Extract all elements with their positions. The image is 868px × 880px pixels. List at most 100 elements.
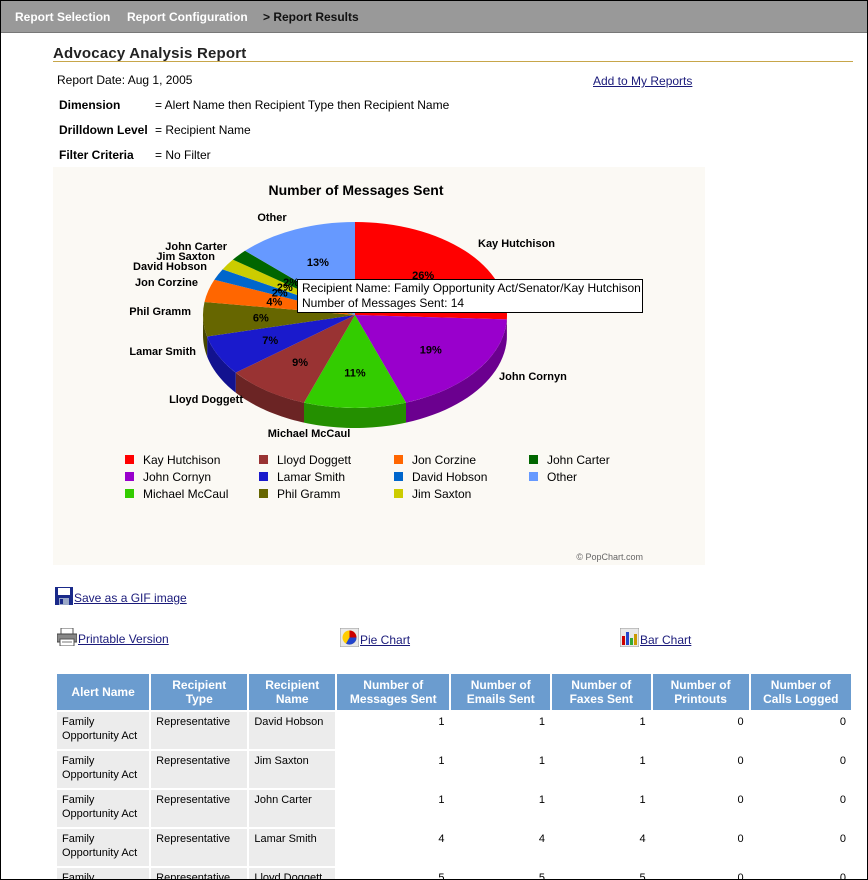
slice-percent-label: 9%: [292, 357, 308, 369]
column-header-recipient-type[interactable]: Recipient Type: [149, 672, 250, 712]
cell-printouts: 0: [650, 827, 751, 868]
save-gif-link[interactable]: Save as a GIF image: [74, 591, 187, 605]
cell-alert-name: Family Opportunity Act: [54, 710, 152, 751]
pie-chart-action[interactable]: Pie Chart: [340, 628, 410, 647]
column-header-text: Recipient: [172, 678, 227, 692]
column-header-text: Printouts: [674, 692, 727, 706]
filter-value: = No Filter: [155, 148, 211, 162]
legend-swatch: [529, 455, 538, 464]
table-row: Family Opportunity ActRepresentativeLloy…: [54, 866, 854, 879]
slice-name-label: Kay Hutchison: [478, 238, 555, 250]
column-header-text: Calls Logged: [763, 692, 839, 706]
report-window: Report Selection Report Configuration > …: [0, 0, 868, 880]
cell-recipient-type: Representative: [149, 866, 250, 879]
slice-percent-label: 7%: [262, 335, 278, 347]
cell-faxes-sent: 1: [550, 749, 653, 790]
cell-messages-sent: 1: [335, 788, 452, 829]
slice-percent-label: 6%: [253, 313, 269, 325]
drilldown-label: Drilldown Level: [59, 123, 148, 137]
cell-printouts: 0: [650, 866, 751, 879]
chart-tooltip: Recipient Name: Family Opportunity Act/S…: [297, 279, 643, 313]
column-header-text: Type: [185, 692, 213, 706]
printable-version-link[interactable]: Printable Version: [78, 632, 169, 646]
printable-version-action[interactable]: Printable Version: [57, 628, 169, 646]
cell-recipient-name: John Carter: [247, 788, 338, 829]
cell-recipient-type: Representative: [149, 710, 250, 751]
cell-recipient-type: Representative: [149, 827, 250, 868]
bar-chart-icon: [620, 628, 639, 647]
slice-name-label: Jon Corzine: [135, 277, 198, 289]
table-row: Family Opportunity Act Representative Jim …: [54, 749, 854, 790]
dimension-value: = Alert Name then Recipient Type then Re…: [155, 98, 450, 112]
cell-printouts: 0: [650, 749, 751, 790]
bar-chart-action[interactable]: Bar Chart: [620, 628, 691, 647]
cell-faxes-sent: 1: [550, 788, 653, 829]
slice-percent-label: 19%: [420, 344, 442, 356]
legend-swatch: [125, 455, 134, 464]
nav-report-configuration[interactable]: Report Configuration: [127, 10, 248, 24]
cell-messages-sent: 1: [335, 710, 452, 751]
cell-messages-sent: 1: [335, 749, 452, 790]
cell-faxes-sent: 1: [550, 710, 653, 751]
legend-item-label: John Carter: [547, 453, 610, 467]
column-header-recipient-name[interactable]: Recipient Name: [247, 672, 338, 712]
legend-item-label: David Hobson: [412, 470, 487, 484]
dimension-label: Dimension: [59, 98, 121, 112]
cell-emails-sent: 1: [449, 749, 552, 790]
legend-item-label: Lamar Smith: [277, 470, 345, 484]
legend-swatch: [259, 489, 268, 498]
save-gif-action[interactable]: Save as a GIF image: [55, 587, 187, 605]
nav-report-selection[interactable]: Report Selection: [15, 10, 110, 24]
cell-alert-name: Family Opportunity Act: [54, 866, 152, 879]
cell-alert-name: Family Opportunity Act: [54, 827, 152, 868]
slice-name-label: John Cornyn: [499, 371, 567, 383]
legend-item-label: Michael McCaul: [143, 487, 228, 501]
chart-credit: © PopChart.com: [576, 552, 643, 562]
legend-swatch: [125, 472, 134, 481]
filter-label: Filter Criteria: [59, 148, 134, 162]
legend-item-label: Kay Hutchison: [143, 453, 220, 467]
pie-chart-panel: Number of Messages Sent 26% 19% 11% 9% 7% 6% 4%…: [53, 167, 705, 565]
table-row: Family Opportunity Act Representative Lama…: [54, 827, 854, 868]
column-header-calls-logged[interactable]: Number of Calls Logged: [748, 672, 854, 712]
column-header-emails-sent[interactable]: Number of Emails Sent: [449, 672, 552, 712]
legend-item-label: Phil Gramm: [277, 487, 340, 501]
cell-emails-sent: 1: [449, 788, 552, 829]
cell-recipient-type: Representative: [149, 788, 250, 829]
slice-name-label: Lamar Smith: [129, 346, 196, 358]
column-header-text: Emails Sent: [466, 692, 535, 706]
tooltip-line-1: Recipient Name: Family Opportunity Act/S…: [302, 281, 641, 295]
cell-messages-sent: 4: [335, 827, 452, 868]
legend-swatch: [259, 472, 268, 481]
add-to-my-reports-link[interactable]: Add to My Reports: [593, 74, 692, 88]
column-header-printouts[interactable]: Number of Printouts: [650, 672, 751, 712]
column-header-text: Faxes Sent: [569, 692, 633, 706]
drilldown-value: = Recipient Name: [155, 123, 251, 137]
legend-swatch: [394, 455, 403, 464]
legend-swatch: [529, 472, 538, 481]
column-header-text: Number of: [571, 678, 632, 692]
column-header-faxes-sent[interactable]: Number of Faxes Sent: [550, 672, 653, 712]
cell-calls-logged: 0: [748, 710, 854, 751]
cell-calls-logged: 0: [748, 827, 854, 868]
column-header-messages-sent[interactable]: Number of Messages Sent: [335, 672, 452, 712]
slice-name-label: John Carter: [165, 241, 227, 253]
legend-swatch: [259, 455, 268, 464]
cell-recipient-name: Lloyd Doggett: [247, 866, 338, 879]
cell-printouts: 0: [650, 788, 751, 829]
legend-swatch: [125, 489, 134, 498]
column-header-text: Recipient: [265, 678, 320, 692]
chart-title: Number of Messages Sent: [268, 182, 443, 198]
cell-messages-sent: 5: [335, 866, 452, 879]
column-header-text: Number of: [363, 678, 424, 692]
column-header-text: Number of: [670, 678, 731, 692]
slice-percent-label: 13%: [307, 257, 329, 269]
bar-chart-link[interactable]: Bar Chart: [640, 633, 691, 647]
column-header-alert-name[interactable]: Alert Name: [54, 672, 152, 712]
cell-recipient-type: Representative: [149, 749, 250, 790]
legend-swatch: [394, 489, 403, 498]
pie-chart-link[interactable]: Pie Chart: [360, 633, 410, 647]
legend-item-label: Jon Corzine: [412, 453, 476, 467]
cell-calls-logged: 0: [748, 788, 854, 829]
cell-emails-sent: 4: [449, 827, 552, 868]
